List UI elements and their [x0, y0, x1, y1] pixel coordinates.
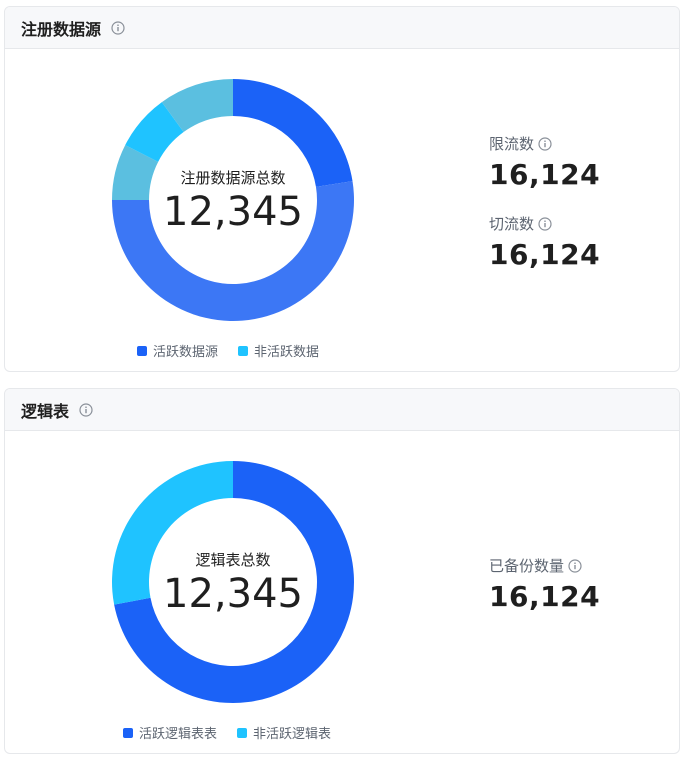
chart-legend: 活跃逻辑表表 非活跃逻辑表 [123, 723, 331, 742]
legend-swatch [137, 345, 147, 356]
card-header: 注册数据源 [5, 7, 679, 49]
donut-center-value: 12,345 [163, 571, 303, 617]
donut-center-label: 注册数据源总数 [180, 169, 286, 187]
legend-item-active[interactable]: 活跃逻辑表表 [123, 723, 217, 742]
info-icon[interactable] [79, 402, 93, 417]
stat-label: 限流数 [489, 135, 535, 153]
stat-label: 切流数 [489, 215, 535, 233]
legend-item-inactive[interactable]: 非活跃数据 [238, 341, 319, 360]
legend-swatch [238, 345, 249, 356]
stat-traffic-switch: 切流数 16,124 [489, 213, 600, 271]
info-icon[interactable] [111, 20, 125, 35]
legend-item-inactive[interactable]: 非活跃逻辑表 [237, 723, 331, 742]
info-icon[interactable] [538, 216, 552, 231]
info-icon[interactable] [568, 558, 582, 573]
card-title: 逻辑表 [21, 401, 70, 421]
stat-backup-count: 已备份数量 16,124 [489, 555, 600, 613]
card-title: 注册数据源 [21, 19, 102, 39]
donut-center-value: 12,345 [163, 189, 303, 235]
stat-value: 16,124 [489, 238, 601, 271]
legend-swatch [123, 727, 133, 738]
legend-label: 活跃逻辑表表 [139, 727, 218, 742]
stat-value: 16,124 [489, 580, 601, 613]
donut-center-label: 逻辑表总数 [195, 551, 271, 569]
logical-table-card: 逻辑表 逻辑表总数 12,345 活跃逻辑表表 非活跃逻辑表 已备份数量 16,… [4, 388, 680, 754]
stat-rate-limit: 限流数 16,124 [489, 133, 600, 191]
registered-datasource-card: 注册数据源 注册数据源总数 12,345 活跃数据源 非活跃数据 限流数 16,… [4, 6, 680, 372]
card-header: 逻辑表 [5, 389, 679, 431]
info-icon[interactable] [538, 136, 552, 151]
legend-item-active[interactable]: 活跃数据源 [137, 341, 218, 360]
legend-label: 非活跃逻辑表 [253, 727, 332, 742]
stat-label: 已备份数量 [489, 557, 565, 575]
stat-value: 16,124 [489, 158, 601, 191]
legend-swatch [237, 727, 248, 738]
chart-legend: 活跃数据源 非活跃数据 [137, 341, 319, 360]
logical-table-donut-chart: 逻辑表总数 12,345 [111, 460, 355, 704]
datasource-donut-chart: 注册数据源总数 12,345 [111, 78, 355, 322]
legend-label: 非活跃数据 [254, 345, 320, 360]
legend-label: 活跃数据源 [153, 345, 219, 360]
